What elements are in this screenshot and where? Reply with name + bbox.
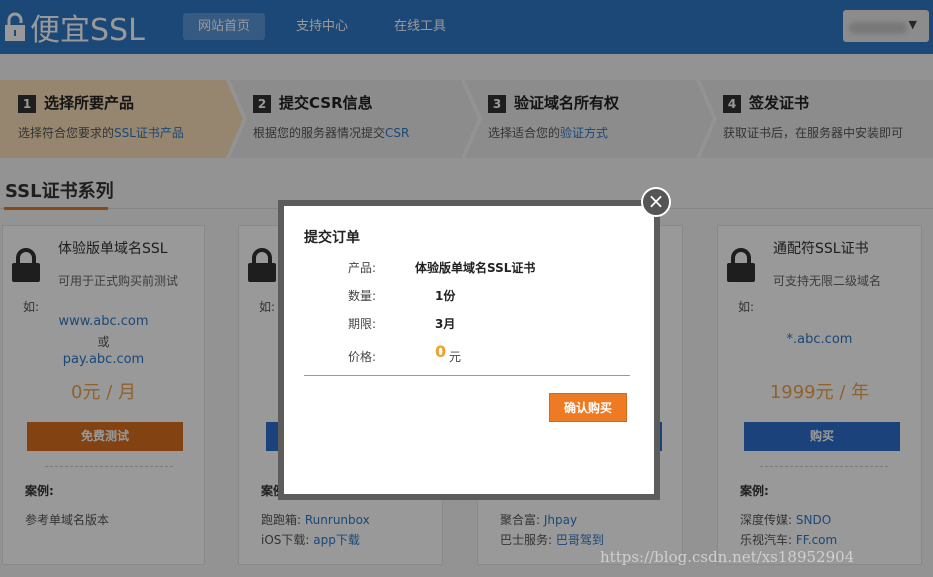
- order-modal: 提交订单 产品: 体验版单域名SSL证书 数量: 1份 期限: 3月 价格: 0…: [284, 206, 654, 494]
- modal-divider: [304, 375, 630, 376]
- price-unit: 元: [449, 350, 462, 364]
- price-label: 价格:: [348, 350, 377, 364]
- product-value: 体验版单域名SSL证书: [415, 261, 536, 275]
- close-icon[interactable]: ×: [641, 187, 671, 217]
- confirm-purchase-button[interactable]: 确认购买: [549, 393, 627, 422]
- quantity-value: 1份: [435, 289, 456, 303]
- modal-title: 提交订单: [304, 230, 360, 246]
- quantity-label: 数量:: [348, 289, 377, 303]
- watermark: https://blog.csdn.net/xs18952904: [600, 548, 855, 566]
- product-label: 产品:: [348, 261, 377, 275]
- term-label: 期限:: [348, 317, 377, 331]
- term-value: 3月: [435, 317, 456, 331]
- price-value: 0: [435, 342, 447, 361]
